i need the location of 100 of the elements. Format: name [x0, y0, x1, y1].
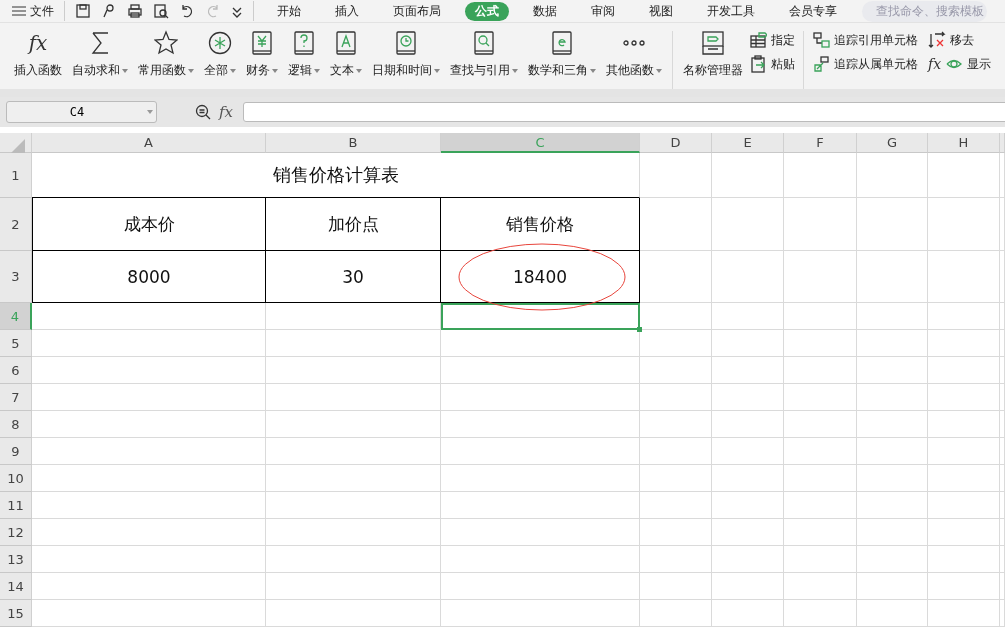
table-cell[interactable] [784, 519, 857, 546]
table-cell[interactable] [640, 153, 712, 198]
row-header[interactable]: 6 [0, 357, 32, 384]
preview-icon[interactable] [153, 3, 169, 19]
row-header[interactable]: 14 [0, 573, 32, 600]
column-header[interactable]: B [266, 133, 441, 153]
table-cell[interactable] [1000, 465, 1005, 492]
table-cell[interactable] [928, 198, 1000, 251]
table-cell[interactable] [928, 438, 1000, 465]
function-button[interactable]: 全部 [200, 23, 240, 79]
table-cell[interactable] [441, 357, 640, 384]
table-cell[interactable] [857, 600, 928, 627]
table-cell[interactable] [640, 438, 712, 465]
file-menu[interactable]: 文件 [0, 2, 64, 20]
table-cell[interactable] [1000, 153, 1005, 198]
table-cell[interactable] [266, 438, 441, 465]
table-cell[interactable] [928, 411, 1000, 438]
table-cell[interactable] [640, 600, 712, 627]
row-header[interactable]: 11 [0, 492, 32, 519]
table-cell[interactable] [928, 153, 1000, 198]
table-cell[interactable] [1000, 546, 1005, 573]
ribbon-tab[interactable]: 视图 [639, 1, 683, 21]
table-cell[interactable] [266, 492, 441, 519]
function-button[interactable]: 财务 [242, 23, 282, 79]
table-cell[interactable] [640, 492, 712, 519]
table-cell[interactable] [32, 384, 266, 411]
table-cell[interactable] [1000, 411, 1005, 438]
save-icon[interactable] [75, 3, 91, 19]
table-cell[interactable] [32, 411, 266, 438]
column-header[interactable]: A [32, 133, 266, 153]
active-cell[interactable] [441, 303, 640, 330]
row-header[interactable]: 13 [0, 546, 32, 573]
table-cell[interactable] [857, 546, 928, 573]
table-cell[interactable] [857, 492, 928, 519]
function-icon[interactable]: fx [219, 103, 233, 121]
table-cell[interactable] [784, 303, 857, 330]
row-header[interactable]: 12 [0, 519, 32, 546]
table-cell[interactable] [712, 384, 784, 411]
table-cell[interactable] [712, 573, 784, 600]
table-cell[interactable] [857, 438, 928, 465]
undo-icon[interactable] [179, 3, 195, 19]
table-cell[interactable] [32, 303, 266, 330]
table-cell[interactable] [32, 546, 266, 573]
table-cell[interactable] [712, 465, 784, 492]
ribbon-tab[interactable]: 审阅 [581, 1, 625, 21]
table-cell[interactable] [1000, 492, 1005, 519]
zoom-out-icon[interactable] [195, 104, 211, 120]
table-cell[interactable] [266, 546, 441, 573]
column-header[interactable]: D [640, 133, 712, 153]
table-cell[interactable] [784, 600, 857, 627]
ribbon-tab[interactable]: 插入 [325, 1, 369, 21]
table-cell[interactable] [928, 600, 1000, 627]
table-cell[interactable] [32, 573, 266, 600]
table-cell[interactable] [1000, 519, 1005, 546]
table-cell[interactable] [784, 546, 857, 573]
ribbon-tab[interactable]: 页面布局 [383, 1, 451, 21]
ribbon-button[interactable]: 粘贴 [747, 55, 797, 73]
ribbon-tab[interactable]: 开发工具 [697, 1, 765, 21]
redo-icon[interactable] [205, 3, 221, 19]
table-cell[interactable] [266, 330, 441, 357]
table-cell[interactable] [32, 330, 266, 357]
ribbon-tab[interactable]: 会员专享 [779, 1, 847, 21]
table-cell[interactable] [928, 492, 1000, 519]
table-cell[interactable] [266, 519, 441, 546]
ribbon-tab[interactable]: 数据 [523, 1, 567, 21]
table-cell[interactable] [640, 411, 712, 438]
row-header[interactable]: 5 [0, 330, 32, 357]
table-cell[interactable] [1000, 384, 1005, 411]
table-cell[interactable] [441, 384, 640, 411]
table-cell[interactable] [266, 600, 441, 627]
table-cell[interactable] [784, 153, 857, 198]
table-cell[interactable] [784, 573, 857, 600]
row-header[interactable]: 9 [0, 438, 32, 465]
column-header[interactable]: F [784, 133, 857, 153]
table-cell[interactable] [1000, 573, 1005, 600]
table-cell[interactable] [928, 546, 1000, 573]
table-cell[interactable] [640, 251, 712, 303]
table-cell[interactable] [928, 330, 1000, 357]
table-cell[interactable] [784, 492, 857, 519]
table-cell[interactable] [784, 251, 857, 303]
ribbon-button[interactable]: 指定 [747, 31, 797, 49]
table-cell[interactable] [640, 357, 712, 384]
table-cell[interactable] [712, 357, 784, 384]
table-cell[interactable] [640, 384, 712, 411]
table-cell[interactable] [857, 384, 928, 411]
table-cell[interactable] [640, 546, 712, 573]
function-button[interactable]: 数学和三角 [524, 23, 600, 79]
table-cell[interactable] [857, 251, 928, 303]
table-cell[interactable] [266, 573, 441, 600]
table-cell[interactable] [857, 198, 928, 251]
table-cell[interactable] [266, 357, 441, 384]
table-cell[interactable] [857, 330, 928, 357]
ribbon-button[interactable]: 追踪引用单元格 [810, 31, 920, 49]
ribbon-button[interactable]: 追踪从属单元格 [810, 55, 920, 73]
table-cell[interactable] [712, 519, 784, 546]
printer-icon[interactable] [127, 3, 143, 19]
row-header[interactable]: 15 [0, 600, 32, 627]
table-cell[interactable] [32, 357, 266, 384]
table-cell[interactable] [712, 251, 784, 303]
table-cell[interactable] [640, 330, 712, 357]
